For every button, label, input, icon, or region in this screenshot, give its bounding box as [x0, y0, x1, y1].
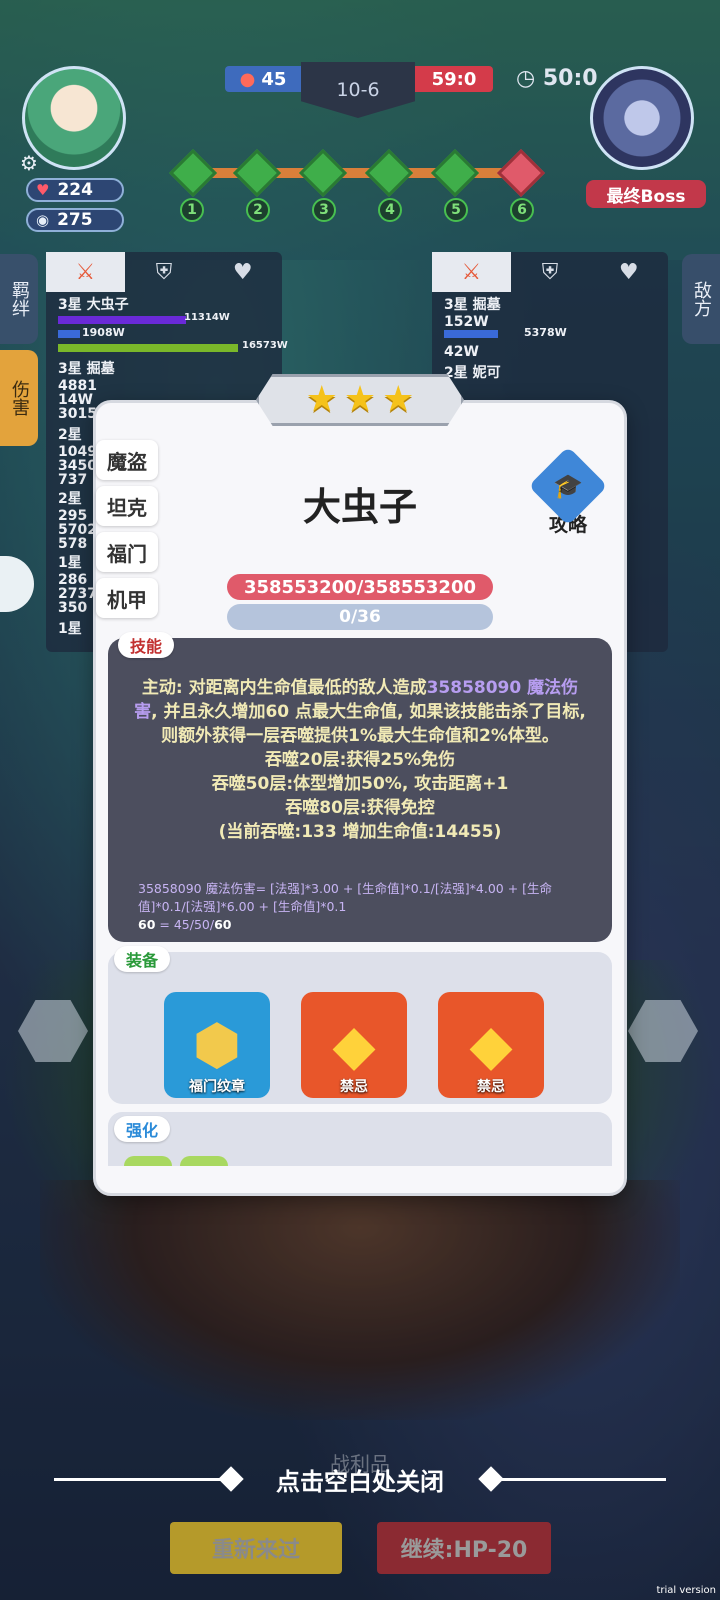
row-label: 2星	[58, 427, 82, 443]
row-value: 3015	[58, 406, 97, 422]
tab-damage[interactable]: 伤害	[0, 350, 38, 446]
row-value: 737	[58, 472, 88, 488]
stage-num-1: 1	[180, 198, 204, 222]
heart-icon: ♥	[36, 181, 50, 199]
row-label: 3星 掘墓	[58, 361, 115, 377]
equipment-tag: 装备	[114, 946, 171, 972]
equipment-name: 禁忌	[340, 1079, 368, 1095]
skill-tag: 技能	[118, 632, 175, 658]
skill-line: 吞噬50层:体型增加50%, 攻击距离+1	[211, 774, 509, 794]
formula-key: 60	[138, 917, 156, 932]
star-rating: ★ ★ ★	[256, 374, 464, 426]
player-hp-pill: ♥ 224	[26, 178, 124, 202]
skill-line: (当前吞噬:133 增加生命值:14455)	[218, 822, 502, 842]
equipment-slot-1[interactable]: ⬢ 福门纹章	[164, 992, 270, 1098]
stage-num-3: 3	[312, 198, 336, 222]
gear-icon[interactable]: ⚙	[20, 152, 42, 174]
equipment-name: 禁忌	[477, 1079, 505, 1095]
hero-name: 大虫子	[302, 485, 417, 529]
damage-bar	[444, 330, 498, 338]
stage-num-4: 4	[378, 198, 402, 222]
timer-value: 50:0	[542, 66, 598, 91]
clock-icon: ◷	[516, 66, 536, 91]
skill-line: 吞噬20层:获得25%免伤	[264, 750, 456, 770]
bar-value: 1908W	[82, 326, 125, 339]
player-hp-value: 224	[57, 180, 93, 200]
star-icon: ★	[382, 379, 415, 420]
enhance-tag: 强化	[114, 1116, 171, 1142]
row-label: 1星	[58, 555, 82, 571]
row-label: 3星 掘墓	[444, 297, 501, 313]
hint-divider-right	[496, 1478, 666, 1481]
formula-value-end: 60	[214, 917, 232, 932]
equipment-slot-3[interactable]: ◆ 禁忌	[438, 992, 544, 1098]
row-value: 152W	[444, 314, 489, 330]
row-value: 578	[58, 536, 88, 552]
skill-text-segment: 主动: 对距离内生命值最低的敌人造成	[141, 678, 427, 698]
tab-bond[interactable]: 羁绊	[0, 254, 38, 344]
round-timer: ◷ 50:0	[516, 66, 598, 91]
tab-enemy[interactable]: 敌方	[682, 254, 720, 344]
skill-description: 主动: 对距离内生命值最低的敌人造成35858090 魔法伤害, 并且永久增加6…	[132, 676, 588, 844]
skill-line: 主动: 对距离内生命值最低的敌人造成35858090 魔法伤害, 并且永久增加6…	[132, 676, 588, 748]
score-bar: ● 45 10-6 59:0	[225, 62, 495, 118]
continue-button[interactable]: 继续:HP-20	[377, 1522, 551, 1574]
sword-icon[interactable]: ⚔	[46, 252, 125, 292]
skill-formula: 35858090 魔法伤害= [法强]*3.00 + [生命值]*0.1/[法强…	[138, 880, 598, 934]
left-score: ● 45	[225, 66, 301, 92]
shield-icon[interactable]: ⛨	[511, 252, 590, 292]
coin-icon: ◉	[36, 211, 50, 229]
flame-icon: ●	[239, 68, 256, 90]
equipment-slot-2[interactable]: ◆ 禁忌	[301, 992, 407, 1098]
row-value: 42W	[444, 344, 479, 360]
class-tag[interactable]: 坦克	[96, 486, 158, 526]
skill-text-segment: , 并且永久增加60 点最大生命值, 如果该技能击杀了目标, 则额外获得一层吞噬…	[151, 702, 586, 746]
right-score: 59:0	[415, 66, 493, 92]
shield-icon[interactable]: ⛨	[125, 252, 204, 292]
stage-num-6: 6	[510, 198, 534, 222]
stage-num-5: 5	[444, 198, 468, 222]
damage-bar	[58, 316, 186, 324]
class-tag[interactable]: 机甲	[96, 578, 158, 618]
boss-label: 最终Boss	[586, 180, 706, 208]
hero-hp-bar: 358553200/358553200	[227, 574, 493, 600]
watermark: trial version	[656, 1585, 716, 1596]
player-gold-pill: ◉ 275	[26, 208, 124, 232]
bar-value: 16573W	[242, 340, 288, 351]
bar-value: 11314W	[184, 312, 230, 323]
class-list: 魔盗 坦克 福门 机甲	[96, 440, 158, 624]
sword-icon[interactable]: ⚔	[432, 252, 511, 292]
skill-line: 吞噬80层:获得免控	[285, 798, 435, 818]
class-tag[interactable]: 福门	[96, 532, 158, 572]
guide-button[interactable]: 🎓 攻略	[528, 446, 608, 537]
boss-avatar[interactable]	[590, 66, 694, 170]
damage-bar	[58, 344, 238, 352]
star-icon: ★	[305, 379, 338, 420]
row-label: 2星	[58, 491, 82, 507]
stage-num-2: 2	[246, 198, 270, 222]
row-label: 3星 大虫子	[58, 297, 129, 313]
equipment-panel: 装备 ⬢ 福门纹章 ◆ 禁忌 ◆ 禁忌	[108, 946, 612, 1104]
class-tag[interactable]: 魔盗	[96, 440, 158, 480]
heart-tab-icon[interactable]: ♥	[589, 252, 668, 292]
row-label: 2星 妮可	[444, 365, 501, 381]
equipment-name: 福门纹章	[189, 1079, 245, 1095]
retry-button[interactable]: 重新来过	[170, 1522, 342, 1574]
skill-panel: 技能 主动: 对距离内生命值最低的敌人造成35858090 魔法伤害, 并且永久…	[108, 632, 612, 942]
enhance-slot[interactable]	[180, 1156, 228, 1166]
enhance-slot[interactable]	[124, 1156, 172, 1166]
heart-tab-icon[interactable]: ♥	[203, 252, 282, 292]
star-icon: ★	[343, 379, 377, 420]
player-gold-value: 275	[57, 210, 93, 230]
formula-value: = 45/50/	[155, 917, 215, 932]
row-value: 350	[58, 600, 88, 616]
damage-bar	[58, 330, 80, 338]
formula-line: 60 = 45/50/60	[138, 916, 598, 934]
enhance-panel: 强化	[108, 1112, 612, 1166]
bar-value: 5378W	[524, 326, 567, 339]
row-label: 1星	[58, 621, 82, 637]
left-score-value: 45	[261, 68, 287, 90]
formula-line: 35858090 魔法伤害= [法强]*3.00 + [生命值]*0.1/[法强…	[138, 881, 553, 914]
hero-exp-bar: 0/36	[227, 604, 493, 630]
